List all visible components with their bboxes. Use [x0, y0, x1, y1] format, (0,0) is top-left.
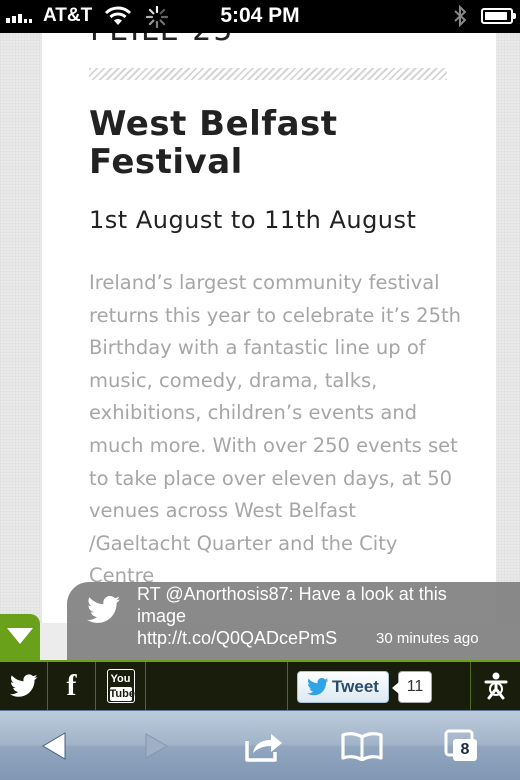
event-title-line: West Belfast — [89, 104, 338, 144]
hatched-divider — [89, 68, 447, 80]
triangle-down-icon — [7, 628, 33, 644]
body-line: much more. With over 250 events set — [89, 433, 458, 457]
body-line: returns this year to celebrate it’s 25th — [89, 303, 461, 327]
event-title: West Belfast Festival — [89, 105, 419, 181]
share-icon — [245, 734, 282, 762]
event-title-line: Festival — [89, 142, 243, 182]
body-line: to take place over eleven days, at 50 — [89, 466, 453, 490]
twitter-link[interactable] — [0, 662, 48, 710]
forward-arrow-icon — [145, 733, 169, 759]
bookmarks-icon — [341, 732, 383, 761]
web-content[interactable]: FEILE 25 West Belfast Festival 1st Augus… — [0, 33, 520, 623]
battery-icon — [481, 8, 516, 24]
accessibility-button[interactable] — [471, 662, 520, 710]
tweet-count-badge: 11 — [392, 671, 432, 703]
bluetooth-icon — [452, 4, 468, 33]
youtube-link[interactable]: You Tube — [96, 662, 146, 710]
forward-button[interactable] — [141, 725, 173, 767]
back-button[interactable] — [36, 725, 72, 767]
share-bar-spacer — [146, 662, 288, 710]
tweet-timestamp: 30 minutes ago — [376, 630, 479, 647]
share-bar: f You Tube Tweet 11 — [0, 660, 520, 710]
twitter-bird-icon — [307, 678, 329, 696]
body-line: venues across West Belfast — [89, 499, 356, 523]
bookmarks-button[interactable] — [337, 725, 387, 767]
facebook-link[interactable]: f — [48, 662, 96, 710]
back-arrow-icon — [42, 732, 66, 760]
tweet-line: image — [137, 606, 187, 626]
body-line: exhibitions, children’s events and — [89, 401, 418, 425]
share-button[interactable] — [240, 725, 288, 767]
section-heading: FEILE 25 — [90, 33, 234, 48]
article-card: FEILE 25 West Belfast Festival 1st Augus… — [42, 33, 496, 623]
event-dates: 1st August to 11th August — [89, 206, 417, 234]
pages-count: 8 — [453, 739, 477, 761]
body-line: Ireland’s largest community festival — [89, 271, 440, 294]
youtube-tube: Tube — [109, 687, 135, 701]
accessibility-icon — [484, 672, 507, 700]
status-bar: AT&T 5:04 PM — [0, 0, 520, 33]
twitter-icon — [9, 674, 38, 697]
status-time: 5:04 PM — [220, 4, 300, 27]
pages-button[interactable]: 8 — [440, 725, 482, 767]
tweet-widget: Tweet 11 — [288, 662, 471, 710]
facebook-icon: f — [66, 669, 77, 702]
battery-level — [485, 12, 507, 20]
event-description: Ireland’s largest community festival ret… — [89, 267, 461, 593]
browser-toolbar: 8 — [0, 710, 520, 780]
latest-tweet-panel[interactable]: RT @Anorthosis87: Have a look at this im… — [67, 582, 520, 660]
body-line: /Gaeltacht Quarter and the City — [89, 531, 398, 555]
body-line: Birthday with a fantastic line up of — [89, 336, 426, 360]
collapse-tweets-toggle[interactable] — [0, 614, 40, 660]
youtube-icon: You Tube — [106, 669, 135, 703]
twitter-bird-icon — [87, 596, 121, 629]
body-line: music, comedy, drama, talks, — [89, 368, 378, 392]
tweet-button[interactable]: Tweet — [297, 671, 389, 703]
youtube-you: You — [110, 673, 131, 685]
tweet-button-label: Tweet — [332, 677, 379, 696]
tweet-line: RT @Anorthosis87: Have a look at this — [137, 584, 447, 604]
